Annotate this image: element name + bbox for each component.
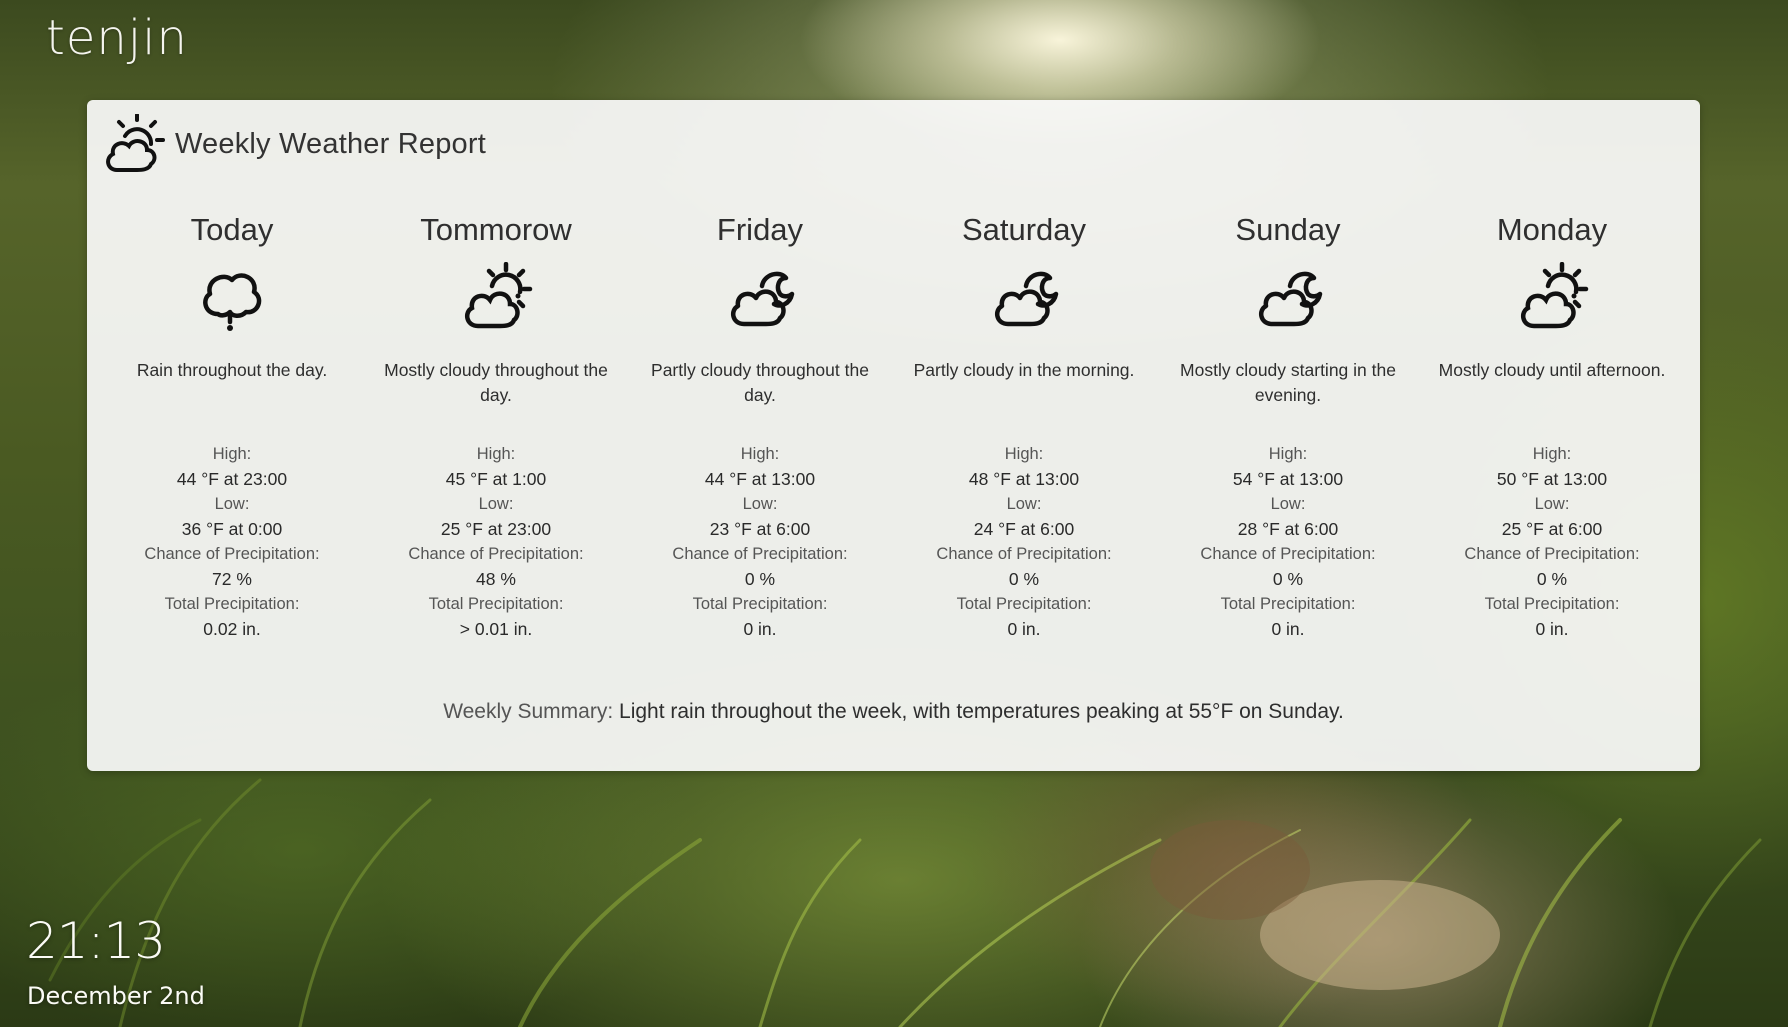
precip-chance-value: 0 % [1008,569,1040,589]
precip-total-value: > 0.01 in. [459,619,533,639]
precip-chance-value: 72 % [212,569,252,589]
high-value: 44 °F at 13:00 [704,469,816,489]
day-column: Monday Mostly cloudy until afternoon. Hi… [1420,210,1684,642]
partly-cloudy-night-icon [1156,258,1420,338]
precip-total-value: 0 in. [1271,619,1305,639]
high-label: High: [212,445,252,463]
partly-cloudy-day-icon [1420,258,1684,338]
precip-total-label: Total Precipitation: [692,595,828,613]
low-value: 28 °F at 6:00 [1237,519,1339,539]
precip-total-value: 0.02 in. [203,619,261,639]
precip-total-label: Total Precipitation: [164,595,300,613]
clock-time: 21:13 [26,912,166,970]
low-value: 24 °F at 6:00 [973,519,1075,539]
high-label: High: [740,445,780,463]
high-label: High: [1268,445,1308,463]
precip-chance-label: Chance of Precipitation: [144,545,320,563]
low-label: Low: [1006,495,1042,513]
rain-icon [100,258,364,338]
precip-total-value: 0 in. [1007,619,1041,639]
high-value: 44 °F at 23:00 [176,469,288,489]
weekly-summary: Weekly Summary: Light rain throughout th… [87,700,1700,724]
high-label: High: [1532,445,1572,463]
day-name: Monday [1496,212,1608,247]
day-name: Sunday [1235,212,1341,247]
low-label: Low: [742,495,778,513]
weekly-weather-card: Weekly Weather Report Today Rain through… [87,100,1700,771]
partly-cloudy-night-icon [628,258,892,338]
partly-cloudy-day-icon [364,258,628,338]
precip-chance-label: Chance of Precipitation: [936,545,1112,563]
day-column: Tommorow Mostly cloudy throughout the da… [364,210,628,642]
precip-total-value: 0 in. [1535,619,1569,639]
clock-date: December 2nd [27,982,205,1010]
day-column: Sunday Mostly cloudy starting in the eve… [1156,210,1420,642]
low-label: Low: [214,495,250,513]
day-summary: Mostly cloudy until afternoon. [1438,360,1666,380]
precip-total-label: Total Precipitation: [1220,595,1356,613]
precip-chance-label: Chance of Precipitation: [1464,545,1640,563]
day-column: Friday Partly cloudy throughout the day.… [628,210,892,642]
partly-cloudy-night-icon [892,258,1156,338]
precip-total-label: Total Precipitation: [956,595,1092,613]
low-value: 25 °F at 6:00 [1501,519,1603,539]
precip-chance-value: 0 % [1272,569,1304,589]
high-label: High: [476,445,516,463]
high-value: 50 °F at 13:00 [1496,469,1608,489]
app-logo[interactable]: tenjin [46,10,188,66]
high-value: 48 °F at 13:00 [968,469,1080,489]
precip-chance-label: Chance of Precipitation: [408,545,584,563]
high-value: 54 °F at 13:00 [1232,469,1344,489]
day-summary: Mostly cloudy throughout the day. [384,360,608,405]
partly-cloudy-icon [101,114,165,174]
precip-chance-label: Chance of Precipitation: [672,545,848,563]
day-summary: Partly cloudy throughout the day. [651,360,869,405]
precip-chance-value: 0 % [1536,569,1568,589]
precip-chance-value: 0 % [744,569,776,589]
low-value: 36 °F at 0:00 [181,519,283,539]
weekly-summary-text: Light rain throughout the week, with tem… [619,700,1344,723]
day-name: Friday [716,212,804,247]
day-summary: Mostly cloudy starting in the evening. [1180,360,1396,405]
low-label: Low: [1534,495,1570,513]
day-name: Tommorow [420,212,572,247]
precip-chance-value: 48 % [476,569,516,589]
card-title: Weekly Weather Report [175,127,486,160]
weekly-summary-label: Weekly Summary: [443,700,620,723]
precip-chance-label: Chance of Precipitation: [1200,545,1376,563]
high-label: High: [1004,445,1044,463]
day-column: Today Rain throughout the day. High: 44 … [100,210,364,642]
card-header: Weekly Weather Report [101,114,486,174]
day-name: Today [190,212,274,247]
low-label: Low: [478,495,514,513]
precip-total-value: 0 in. [743,619,777,639]
day-summary: Rain throughout the day. [136,360,328,380]
low-value: 23 °F at 6:00 [709,519,811,539]
low-value: 25 °F at 23:00 [440,519,552,539]
high-value: 45 °F at 1:00 [445,469,547,489]
day-columns: Today Rain throughout the day. High: 44 … [87,210,1700,642]
precip-total-label: Total Precipitation: [1484,595,1620,613]
day-summary: Partly cloudy in the morning. [913,360,1135,380]
low-label: Low: [1270,495,1306,513]
day-name: Saturday [961,212,1087,247]
precip-total-label: Total Precipitation: [428,595,564,613]
day-column: Saturday Partly cloudy in the morning. H… [892,210,1156,642]
